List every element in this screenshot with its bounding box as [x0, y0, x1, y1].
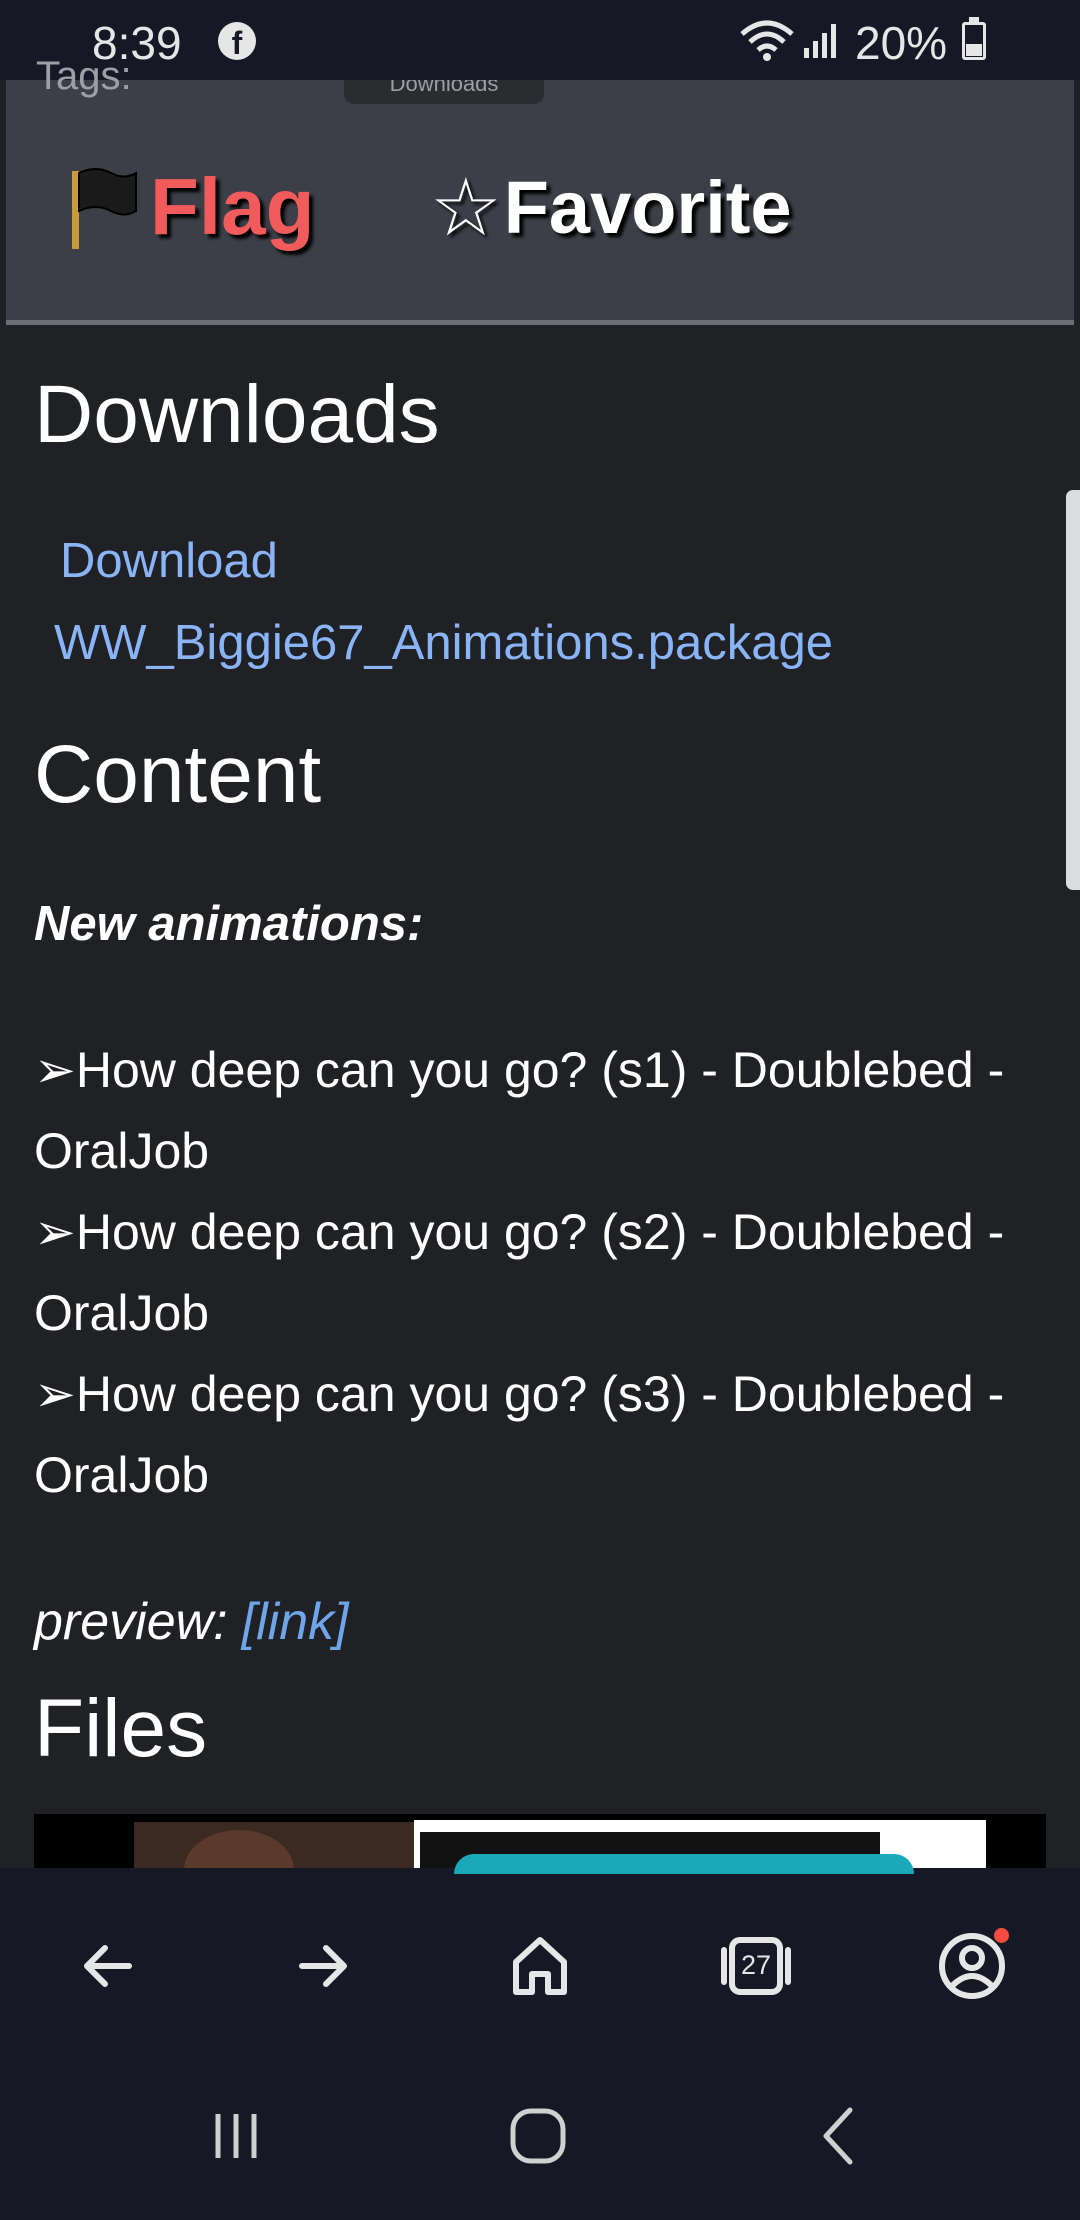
system-home-icon — [510, 2108, 566, 2164]
tabs-button[interactable]: 27 — [720, 1930, 792, 2002]
signal-icon — [804, 24, 836, 58]
back-button[interactable] — [71, 1930, 143, 2002]
notification-dot — [994, 1928, 1009, 1943]
flag-icon — [72, 168, 137, 249]
list-item: ➢How deep can you go? (s1) - Doublebed -… — [34, 1042, 1005, 1179]
thumbnail-logo-text — [454, 1854, 914, 1874]
tooltip: Downloads — [344, 80, 544, 104]
scrollbar[interactable] — [1066, 490, 1080, 890]
files-heading: Files — [34, 1683, 208, 1774]
preview-link[interactable]: [link] — [242, 1593, 349, 1651]
battery-icon — [962, 17, 986, 60]
battery-percent: 20% — [855, 17, 948, 69]
system-back-button[interactable] — [800, 2096, 880, 2176]
facebook-icon: f — [218, 22, 256, 61]
star-icon: ☆ — [430, 162, 502, 252]
flag-label: Flag — [150, 162, 315, 251]
main-content: Downloads Download WW_Biggie67_Animation… — [0, 330, 1080, 1874]
download-link-line1: Download — [60, 534, 278, 588]
flag-button[interactable]: Flag — [66, 162, 314, 252]
content-heading: Content — [34, 729, 322, 820]
file-thumbnail[interactable] — [34, 1814, 1046, 1874]
recent-apps-button[interactable] — [196, 2096, 276, 2176]
system-home-button[interactable] — [498, 2096, 578, 2176]
tabs-count: 27 — [740, 1950, 772, 1980]
tags-label: Tags: — [36, 54, 132, 98]
wifi-icon — [740, 20, 794, 61]
status-bar: 8:39 f 20% — [0, 0, 1080, 80]
new-animations-label: New animations: — [34, 897, 424, 951]
browser-toolbar: 27 — [0, 1868, 1080, 2048]
forward-icon — [299, 1945, 347, 1987]
action-panel: Tags: Downloads Flag ☆ Favorite — [6, 54, 1074, 325]
downloads-heading: Downloads — [34, 369, 440, 460]
home-icon — [513, 1937, 567, 1995]
favorite-button[interactable]: ☆ Favorite — [430, 162, 792, 252]
recent-apps-icon — [215, 2114, 257, 2158]
download-link-filename: WW_Biggie67_Animations.package — [54, 616, 833, 670]
preview-line: preview: [link] — [34, 1592, 349, 1652]
thumbnail-person — [134, 1822, 414, 1874]
list-item: ➢How deep can you go? (s3) - Doublebed -… — [34, 1366, 1005, 1503]
preview-label: preview: — [34, 1593, 228, 1651]
system-nav-bar — [0, 2048, 1080, 2220]
forward-button[interactable] — [288, 1930, 360, 2002]
account-button[interactable] — [936, 1928, 1009, 2002]
favorite-label: Favorite — [503, 165, 792, 249]
system-back-icon — [823, 2107, 853, 2165]
home-button[interactable] — [504, 1930, 576, 2002]
animation-list: ➢How deep can you go? (s1) - Doublebed -… — [34, 1030, 1054, 1516]
back-icon — [84, 1945, 132, 1987]
download-link[interactable]: Download WW_Biggie67_Animations.package — [54, 520, 960, 684]
list-item: ➢How deep can you go? (s2) - Doublebed -… — [34, 1204, 1005, 1341]
